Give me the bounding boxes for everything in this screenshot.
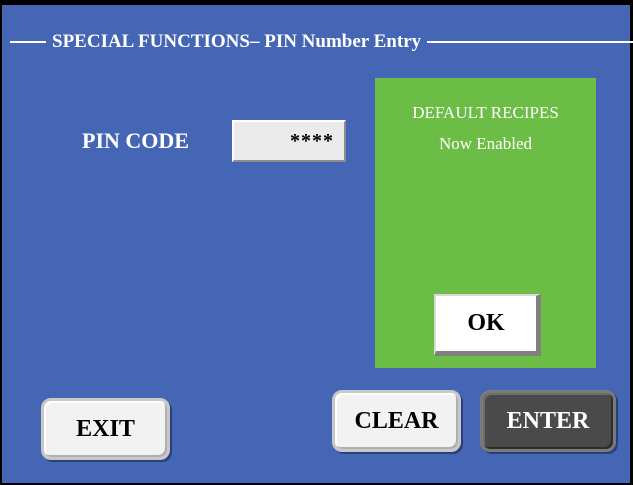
pin-code-label: PIN CODE bbox=[82, 128, 189, 153]
enter-button[interactable]: ENTER bbox=[480, 390, 616, 452]
ok-button[interactable]: OK bbox=[434, 294, 541, 356]
special-functions-screen: SPECIAL FUNCTIONS– PIN Number Entry PIN … bbox=[0, 0, 633, 485]
pin-code-input[interactable] bbox=[232, 120, 346, 162]
message-panel: DEFAULT RECIPES Now Enabled OK bbox=[375, 78, 596, 368]
exit-button[interactable]: EXIT bbox=[41, 398, 170, 460]
clear-button[interactable]: CLEAR bbox=[332, 390, 461, 452]
message-status: Now Enabled bbox=[438, 134, 532, 153]
message-title: DEFAULT RECIPES bbox=[412, 103, 559, 122]
page-title: SPECIAL FUNCTIONS– PIN Number Entry bbox=[46, 31, 428, 53]
